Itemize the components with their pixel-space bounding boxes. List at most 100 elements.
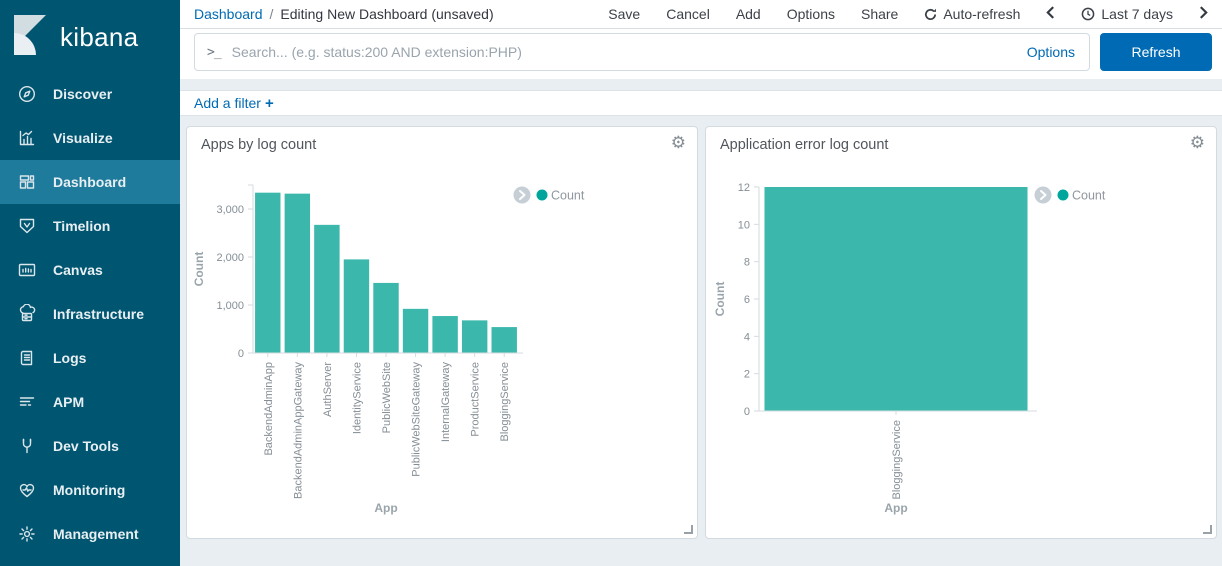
sidebar-item-apm[interactable]: APM xyxy=(0,380,180,424)
add-button[interactable]: Add xyxy=(736,6,761,22)
bar xyxy=(432,316,457,353)
bar-chart-application-error-log-count: 024681012CountBloggingServiceAppCount xyxy=(706,127,1216,538)
breadcrumb-dashboard-link[interactable]: Dashboard xyxy=(194,6,263,22)
sidebar-item-monitoring[interactable]: Monitoring xyxy=(0,468,180,512)
sidebar-item-visualize[interactable]: Visualize xyxy=(0,116,180,160)
sidebar-item-label: Logs xyxy=(53,350,86,366)
kibana-logo-text: kibana xyxy=(60,22,138,53)
visualize-icon xyxy=(17,128,37,148)
bars xyxy=(764,187,1027,411)
svg-text:BackendAdminAppGateway: BackendAdminAppGateway xyxy=(292,362,304,499)
sidebar-item-logs[interactable]: Logs xyxy=(0,336,180,380)
sidebar-item-canvas[interactable]: Canvas xyxy=(0,248,180,292)
kibana-logo[interactable]: kibana xyxy=(0,0,180,72)
svg-text:PublicWebSite: PublicWebSite xyxy=(381,362,393,433)
x-axis: BloggingServiceApp xyxy=(759,411,1037,515)
legend-count-item[interactable]: Count xyxy=(537,189,585,203)
bar xyxy=(285,194,310,353)
y-axis: 01,0002,0003,000Count xyxy=(192,185,253,360)
cancel-button[interactable]: Cancel xyxy=(666,6,710,22)
svg-text:Count: Count xyxy=(1072,189,1106,203)
sidebar-item-dashboard[interactable]: Dashboard xyxy=(0,160,180,204)
chevron-left-icon xyxy=(1046,6,1055,22)
query-options-link[interactable]: Options xyxy=(1027,44,1089,60)
bars xyxy=(255,193,517,353)
time-picker-button[interactable]: Last 7 days xyxy=(1081,6,1173,22)
svg-text:2: 2 xyxy=(744,369,750,381)
dashboard-icon xyxy=(17,172,37,192)
bar xyxy=(255,193,280,353)
query-bar: >_ Options Refresh xyxy=(180,29,1222,79)
search-input[interactable] xyxy=(230,43,1027,61)
filter-bar: Add a filter+ xyxy=(180,90,1222,116)
bar xyxy=(492,327,517,353)
monitoring-icon xyxy=(17,480,37,500)
sidebar-item-timelion[interactable]: Timelion xyxy=(0,204,180,248)
terminal-prompt-icon: >_ xyxy=(195,45,230,60)
sidebar-item-dev-tools[interactable]: Dev Tools xyxy=(0,424,180,468)
plus-icon: + xyxy=(265,95,274,112)
sidebar-item-label: Visualize xyxy=(53,130,113,146)
svg-text:4: 4 xyxy=(744,331,750,343)
bar xyxy=(314,225,339,353)
sidebar: kibana Discover Visualize Dashboard Timelio… xyxy=(0,0,180,566)
bar xyxy=(764,187,1027,411)
time-back-button[interactable] xyxy=(1046,6,1055,22)
sidebar-item-label: Monitoring xyxy=(53,482,125,498)
options-button[interactable]: Options xyxy=(787,6,835,22)
clock-icon xyxy=(1081,7,1095,21)
svg-text:Count: Count xyxy=(551,189,585,203)
sidebar-item-label: Timelion xyxy=(53,218,110,234)
svg-text:6: 6 xyxy=(744,294,750,306)
x-axis: BackendAdminApp BackendAdminAppGateway Aut… xyxy=(253,353,523,515)
sidebar-item-label: Infrastructure xyxy=(53,306,144,322)
svg-text:InternalGateway: InternalGateway xyxy=(440,362,452,443)
share-button[interactable]: Share xyxy=(861,6,898,22)
svg-text:0: 0 xyxy=(238,348,244,360)
devtools-icon xyxy=(17,436,37,456)
sidebar-item-label: Dashboard xyxy=(53,174,126,190)
svg-text:8: 8 xyxy=(744,257,750,269)
sidebar-item-label: Management xyxy=(53,526,139,542)
resize-handle[interactable] xyxy=(684,525,693,534)
search-box: >_ Options xyxy=(194,33,1090,71)
save-button[interactable]: Save xyxy=(608,6,640,22)
refresh-cycle-icon xyxy=(924,8,937,21)
svg-text:PublicWebSiteGateway: PublicWebSiteGateway xyxy=(411,362,423,477)
management-icon xyxy=(17,524,37,544)
bar xyxy=(344,259,369,353)
sidebar-item-infrastructure[interactable]: Infrastructure xyxy=(0,292,180,336)
svg-text:Count: Count xyxy=(713,282,727,317)
apm-icon xyxy=(17,392,37,412)
breadcrumb-current: Editing New Dashboard (unsaved) xyxy=(280,6,493,22)
auto-refresh-button[interactable]: Auto-refresh xyxy=(924,6,1020,22)
svg-text:BackendAdminApp: BackendAdminApp xyxy=(263,362,275,456)
add-filter-link[interactable]: Add a filter+ xyxy=(194,95,274,112)
sidebar-item-label: Dev Tools xyxy=(53,438,119,454)
legend-expand-icon[interactable] xyxy=(514,187,531,204)
canvas-icon xyxy=(17,260,37,280)
legend-count-item[interactable]: Count xyxy=(1058,189,1106,203)
svg-text:1,000: 1,000 xyxy=(216,300,244,312)
bar-chart-apps-by-log-count: 01,0002,0003,000CountBackendAdminAppBack… xyxy=(187,127,697,538)
sidebar-item-discover[interactable]: Discover xyxy=(0,72,180,116)
y-axis: 024681012Count xyxy=(713,182,759,418)
sidebar-item-management[interactable]: Management xyxy=(0,512,180,556)
refresh-button[interactable]: Refresh xyxy=(1100,33,1212,71)
logs-icon xyxy=(17,348,37,368)
top-nav: Dashboard / Editing New Dashboard (unsav… xyxy=(180,0,1222,29)
breadcrumb: Dashboard / Editing New Dashboard (unsav… xyxy=(194,6,494,22)
time-forward-button[interactable] xyxy=(1199,6,1208,22)
svg-text:ProductService: ProductService xyxy=(470,362,482,437)
main-area: Dashboard / Editing New Dashboard (unsav… xyxy=(180,0,1222,566)
kibana-app: kibana Discover Visualize Dashboard Timelio… xyxy=(0,0,1222,566)
sidebar-item-label: APM xyxy=(53,394,84,410)
resize-handle[interactable] xyxy=(1203,525,1212,534)
svg-text:AuthServer: AuthServer xyxy=(322,362,334,417)
legend-expand-icon[interactable] xyxy=(1035,187,1052,204)
breadcrumb-separator: / xyxy=(270,6,274,22)
bar xyxy=(462,320,487,353)
legend: Count xyxy=(1035,187,1106,204)
svg-text:IdentityService: IdentityService xyxy=(351,362,363,434)
chevron-right-icon xyxy=(1199,6,1208,22)
